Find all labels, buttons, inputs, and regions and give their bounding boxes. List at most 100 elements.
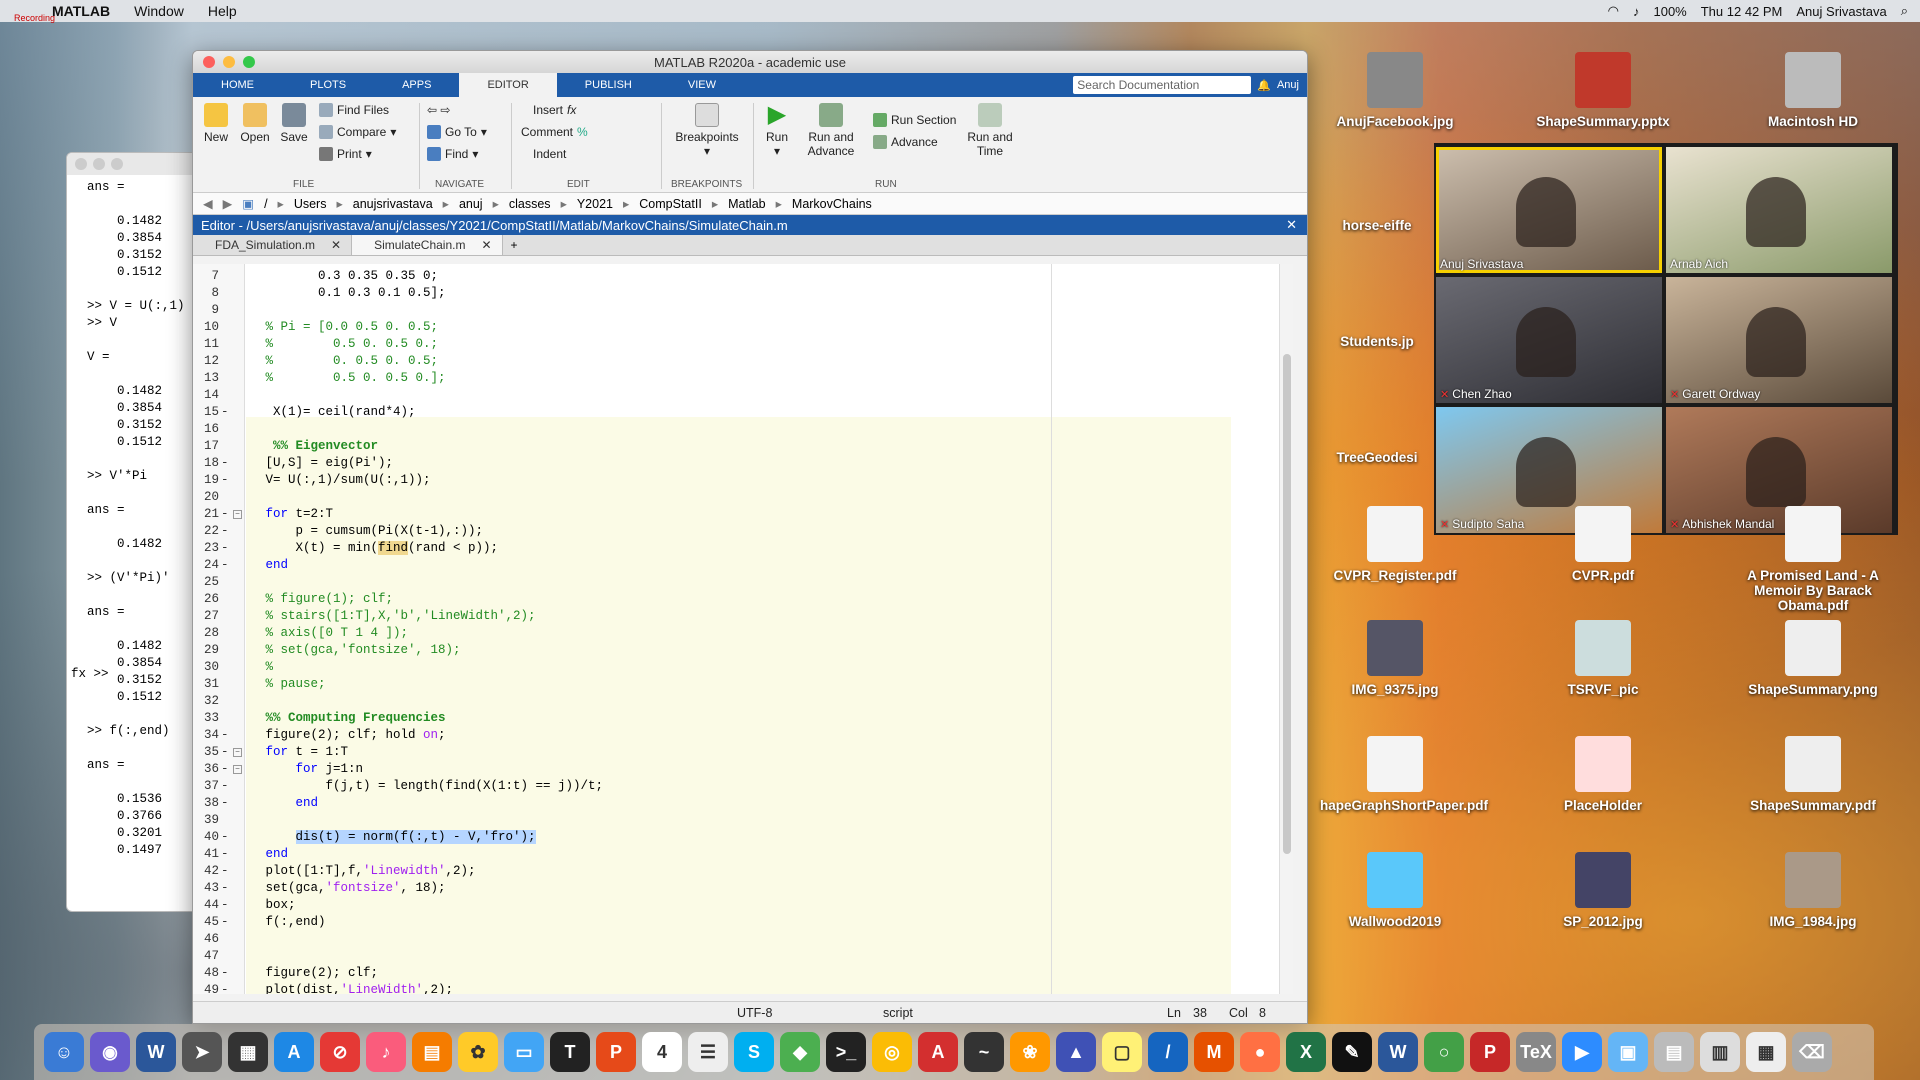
dock-app-icon[interactable]: W [1378, 1032, 1418, 1072]
code-line[interactable]: 28 % axis([0 T 1 4 ]); [193, 625, 1293, 642]
code-line[interactable]: 42- plot([1:T],f,'Linewidth',2); [193, 863, 1293, 880]
desktop-file-icon[interactable]: IMG_9375.jpg [1320, 620, 1470, 697]
code-line[interactable]: 43- set(gca,'fontsize', 18); [193, 880, 1293, 897]
code-line[interactable]: 26 % figure(1); clf; [193, 591, 1293, 608]
code-editor[interactable]: 7 0.3 0.35 0.35 0; 8 0.1 0.3 0.1 0.5]; 9 10… [193, 264, 1293, 994]
code-line[interactable]: 48- figure(2); clf; [193, 965, 1293, 982]
dock-app-icon[interactable]: ▢ [1102, 1032, 1142, 1072]
breakpoints-button[interactable]: Breakpoints ▾ [669, 103, 745, 158]
code-line[interactable]: 21- − for t=2:T [193, 506, 1293, 523]
dock-app-icon[interactable]: ♪ [366, 1032, 406, 1072]
desktop-file-icon[interactable]: Students.jp [1322, 334, 1432, 349]
code-line[interactable]: 46 [193, 931, 1293, 948]
code-line[interactable]: 35- − for t = 1:T [193, 744, 1293, 761]
dock-app-icon[interactable]: TeX [1516, 1032, 1556, 1072]
path-segment[interactable]: CompStatII [639, 197, 702, 211]
code-line[interactable]: 24- end [193, 557, 1293, 574]
forward-arrow-icon[interactable]: ▶ [223, 196, 233, 211]
dock-app-icon[interactable]: ◎ [872, 1032, 912, 1072]
dock-app-icon[interactable]: ◆ [780, 1032, 820, 1072]
indent-button[interactable]: Indent [533, 147, 566, 161]
path-segment[interactable]: Y2021 [577, 197, 613, 211]
new-tab-button[interactable]: + [503, 235, 526, 255]
desktop-file-icon[interactable]: SP_2012.jpg [1528, 852, 1678, 929]
compare-button[interactable]: Compare ▾ [319, 125, 396, 139]
dock-app-icon[interactable]: ○ [1424, 1032, 1464, 1072]
current-folder-bar[interactable]: ◀ ▶ ▣ / ▸ Users ▸ anujsrivastava ▸ anuj ▸ cl… [193, 193, 1307, 215]
dock-app-icon[interactable]: T [550, 1032, 590, 1072]
notification-icon[interactable]: 🔔 [1257, 79, 1271, 92]
path-segment[interactable]: Matlab [728, 197, 766, 211]
run-and-advance-button[interactable]: Run and Advance [803, 103, 859, 158]
wifi-icon[interactable]: ◠ [1608, 3, 1619, 19]
path-segment[interactable]: MarkovChains [792, 197, 872, 211]
participant-video-tile[interactable]: Arnab Aich [1666, 147, 1892, 273]
user-name[interactable]: Anuj Srivastava [1796, 4, 1886, 19]
code-line[interactable]: 9 [193, 302, 1293, 319]
code-line[interactable]: 31 % pause; [193, 676, 1293, 693]
code-line[interactable]: 44- box; [193, 897, 1293, 914]
dock-app-icon[interactable]: 4 [642, 1032, 682, 1072]
desktop-file-icon[interactable]: PlaceHolder [1528, 736, 1678, 813]
code-line[interactable]: 45- f(:,end) [193, 914, 1293, 931]
participant-video-tile[interactable]: Anuj Srivastava [1436, 147, 1662, 273]
run-section-button[interactable]: Run Section [873, 113, 956, 127]
search-documentation-input[interactable]: Search Documentation [1073, 76, 1252, 94]
code-line[interactable]: 29 % set(gca,'fontsize', 18); [193, 642, 1293, 659]
dock-app-icon[interactable]: ⊘ [320, 1032, 360, 1072]
code-line[interactable]: 19- V= U(:,1)/sum(U(:,1)); [193, 472, 1293, 489]
code-line[interactable]: 30 % [193, 659, 1293, 676]
code-line[interactable]: 22- p = cumsum(Pi(X(t-1),:)); [193, 523, 1293, 540]
close-tab-icon[interactable]: ✕ [481, 238, 491, 252]
dock-app-icon[interactable]: ▦ [228, 1032, 268, 1072]
run-and-time-button[interactable]: Run and Time [963, 103, 1017, 158]
dock-app-icon[interactable]: ❀ [1010, 1032, 1050, 1072]
dock-app-icon[interactable]: A [918, 1032, 958, 1072]
path-root[interactable]: / [264, 197, 267, 211]
desktop-file-icon[interactable]: horse-eiffe [1322, 218, 1432, 233]
print-button[interactable]: Print ▾ [319, 147, 372, 161]
tab-editor[interactable]: EDITOR [459, 73, 557, 97]
tab-view[interactable]: VIEW [660, 73, 744, 97]
code-line[interactable]: 7 0.3 0.35 0.35 0; [193, 268, 1293, 285]
dock-app-icon[interactable]: ▥ [1700, 1032, 1740, 1072]
path-segment[interactable]: anujsrivastava [353, 197, 433, 211]
code-line[interactable]: 36- − for j=1:n [193, 761, 1293, 778]
code-line[interactable]: 16 [193, 421, 1293, 438]
open-button[interactable]: Open [237, 103, 273, 144]
tab-publish[interactable]: PUBLISH [557, 73, 660, 97]
desktop-file-icon[interactable]: ShapeSummary.pdf [1738, 736, 1888, 813]
dock-app-icon[interactable]: ☰ [688, 1032, 728, 1072]
dock-app-icon[interactable]: ~ [964, 1032, 1004, 1072]
code-line[interactable]: 41- end [193, 846, 1293, 863]
desktop-file-icon[interactable]: hapeGraphShortPaper.pdf [1320, 736, 1488, 813]
desktop-file-icon[interactable]: ShapeSummary.pptx [1528, 52, 1678, 129]
code-line[interactable]: 27 % stairs([1:T],X,'b','LineWidth',2); [193, 608, 1293, 625]
dock-app-icon[interactable]: ◉ [90, 1032, 130, 1072]
dock-app-icon[interactable]: ▦ [1746, 1032, 1786, 1072]
code-line[interactable]: 10 % Pi = [0.0 0.5 0. 0.5; [193, 319, 1293, 336]
dock-app-icon[interactable]: ✿ [458, 1032, 498, 1072]
desktop-file-icon[interactable]: CVPR_Register.pdf [1320, 506, 1470, 583]
code-line[interactable]: 37- f(j,t) = length(find(X(1:t) == j))/t… [193, 778, 1293, 795]
code-line[interactable]: 32 [193, 693, 1293, 710]
file-tab-fda-simulation[interactable]: FDA_Simulation.m ✕ [193, 235, 353, 255]
code-line[interactable]: 47 [193, 948, 1293, 965]
dock-app-icon[interactable]: ⌫ [1792, 1032, 1832, 1072]
code-line[interactable]: 17 %% Eigenvector [193, 438, 1293, 455]
tab-apps[interactable]: APPS [374, 73, 459, 97]
command-prompt[interactable]: fx >> [71, 667, 109, 681]
new-button[interactable]: New [199, 103, 233, 144]
run-button[interactable]: ▶ Run ▾ [759, 103, 795, 159]
save-button[interactable]: Save [277, 103, 311, 144]
code-line[interactable]: 25 [193, 574, 1293, 591]
desktop-file-icon[interactable]: A Promised Land - A Memoir By Barack Oba… [1738, 506, 1888, 613]
desktop-file-icon[interactable]: IMG_1984.jpg [1738, 852, 1888, 929]
desktop-file-icon[interactable]: TreeGeodesi [1322, 450, 1432, 465]
code-line[interactable]: 23- X(t) = min(find(rand < p)); [193, 540, 1293, 557]
code-line[interactable]: 18- [U,S] = eig(Pi'); [193, 455, 1293, 472]
volume-icon[interactable]: ♪ [1633, 4, 1640, 19]
code-line[interactable]: 33 %% Computing Frequencies [193, 710, 1293, 727]
dock-app-icon[interactable]: ● [1240, 1032, 1280, 1072]
code-line[interactable]: 49- plot(dist,'LineWidth',2); [193, 982, 1293, 994]
